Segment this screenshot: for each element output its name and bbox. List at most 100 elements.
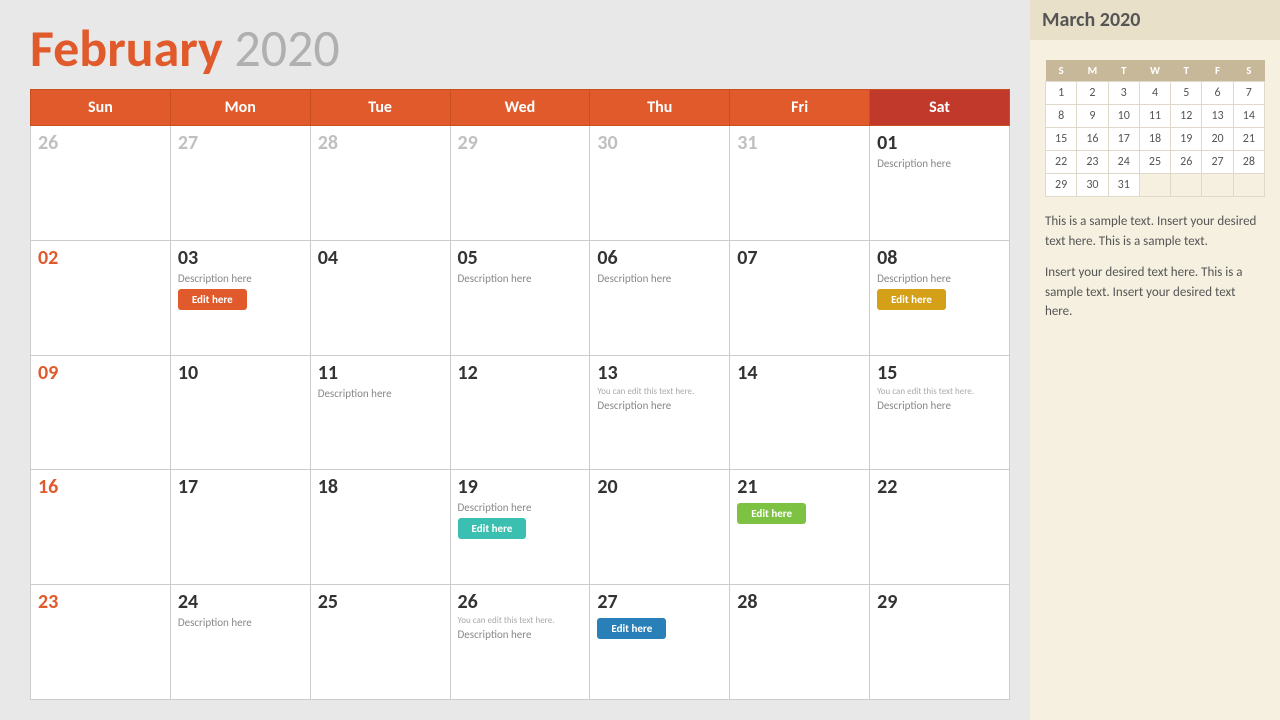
day-description: Description here [877, 157, 1002, 170]
calendar-cell: 29 [870, 585, 1010, 700]
mini-calendar-table: SMTWTFS 12345678910111213141516171819202… [1045, 60, 1265, 197]
day-description: Description here [458, 501, 583, 514]
calendar-cell: 26 [31, 126, 171, 241]
day-number: 07 [737, 246, 862, 270]
day-note: You can edit this text here. [597, 386, 722, 397]
day-description: Description here [458, 272, 583, 285]
mini-day: 11 [1139, 105, 1170, 128]
mini-week: 22232425262728 [1046, 151, 1265, 174]
calendar-cell: 28 [730, 585, 870, 700]
calendar-week-3: 16 17 18 19 Description here Edit here 20 21 Edi… [31, 470, 1010, 585]
day-number: 03 [178, 246, 303, 270]
day-number: 29 [877, 590, 1002, 614]
mini-day: 31 [1108, 174, 1139, 197]
weekday-sun: Sun [31, 90, 171, 126]
day-number: 28 [737, 590, 862, 614]
mini-day: 22 [1046, 151, 1077, 174]
mini-day: 29 [1046, 174, 1077, 197]
weekday-wed: Wed [450, 90, 590, 126]
calendar-cell: 03 Description here Edit here [170, 240, 310, 355]
sidebar-text-block: This is a sample text. Insert your desir… [1045, 212, 1265, 334]
weekday-tue: Tue [310, 90, 450, 126]
calendar-cell: 17 [170, 470, 310, 585]
day-number: 12 [458, 361, 583, 385]
day-number: 15 [877, 361, 1002, 385]
mini-week: 891011121314 [1046, 105, 1265, 128]
edit-button[interactable]: Edit here [597, 618, 666, 639]
day-number: 30 [597, 131, 722, 155]
main-area: February 2020 SunMonTueWedThuFriSat 2627… [0, 0, 1030, 720]
mini-weekday: S [1046, 60, 1077, 82]
day-number: 02 [38, 246, 163, 270]
weekday-thu: Thu [590, 90, 730, 126]
day-number: 13 [597, 361, 722, 385]
mini-day [1139, 174, 1170, 197]
day-description: Description here [318, 387, 443, 400]
calendar-table: SunMonTueWedThuFriSat 26272829303101Desc… [30, 89, 1010, 700]
day-number: 26 [38, 131, 163, 155]
calendar-cell: 12 [450, 355, 590, 470]
day-number: 05 [458, 246, 583, 270]
calendar-cell: 29 [450, 126, 590, 241]
day-number: 06 [597, 246, 722, 270]
mini-day: 30 [1077, 174, 1108, 197]
day-description: Description here [178, 272, 303, 285]
sidebar: March 2020 SMTWTFS 123456789101112131415… [1030, 0, 1280, 720]
day-number: 29 [458, 131, 583, 155]
calendar-cell: 13You can edit this text here. Descriptio… [590, 355, 730, 470]
day-number: 21 [737, 475, 862, 499]
day-number: 19 [458, 475, 583, 499]
day-description: Description here [597, 272, 722, 285]
day-number: 09 [38, 361, 163, 385]
calendar-cell: 16 [31, 470, 171, 585]
title-month: February [30, 16, 223, 80]
calendar-body: 26272829303101Description here0203Descri… [31, 126, 1010, 700]
weekday-row: SunMonTueWedThuFriSat [31, 90, 1010, 126]
mini-day: 21 [1233, 128, 1264, 151]
calendar-week-4: 2324Description here2526You can edit thi… [31, 585, 1010, 700]
mini-day [1202, 174, 1233, 197]
day-note: You can edit this text here. [458, 615, 583, 626]
day-number: 20 [597, 475, 722, 499]
mini-day: 18 [1139, 128, 1170, 151]
calendar-cell: 07 [730, 240, 870, 355]
mini-calendar: SMTWTFS 12345678910111213141516171819202… [1045, 60, 1265, 197]
day-number: 31 [737, 131, 862, 155]
edit-button[interactable]: Edit here [877, 289, 946, 310]
calendar-cell: 22 [870, 470, 1010, 585]
edit-button[interactable]: Edit here [737, 503, 806, 524]
day-description: Description here [178, 616, 303, 629]
day-number: 04 [318, 246, 443, 270]
day-number: 22 [877, 475, 1002, 499]
day-number: 16 [38, 475, 163, 499]
day-number: 18 [318, 475, 443, 499]
calendar-cell: 27Edit here [590, 585, 730, 700]
calendar-cell: 23 [31, 585, 171, 700]
calendar-cell: 11 Description here [310, 355, 450, 470]
calendar-cell: 30 [590, 126, 730, 241]
day-number: 11 [318, 361, 443, 385]
edit-button[interactable]: Edit here [178, 289, 247, 310]
day-description: Description here [597, 399, 722, 412]
day-number: 14 [737, 361, 862, 385]
mini-weekday: T [1171, 60, 1202, 82]
edit-button[interactable]: Edit here [458, 518, 527, 539]
calendar-cell: 05 Description here [450, 240, 590, 355]
mini-day: 9 [1077, 105, 1108, 128]
day-number: 28 [318, 131, 443, 155]
mini-day: 1 [1046, 82, 1077, 105]
day-number: 01 [877, 131, 1002, 155]
mini-week: 15161718192021 [1046, 128, 1265, 151]
calendar-cell: 21 Edit here [730, 470, 870, 585]
calendar-cell: 18 [310, 470, 450, 585]
mini-day: 19 [1171, 128, 1202, 151]
mini-day: 10 [1108, 105, 1139, 128]
mini-day: 3 [1108, 82, 1139, 105]
mini-weekday: T [1108, 60, 1139, 82]
mini-day: 7 [1233, 82, 1264, 105]
mini-weekday: M [1077, 60, 1108, 82]
mini-day: 8 [1046, 105, 1077, 128]
calendar-header: SunMonTueWedThuFriSat [31, 90, 1010, 126]
calendar-week-2: 091011Description here1213You can edit t… [31, 355, 1010, 470]
sidebar-text-2: Insert your desired text here. This is a… [1045, 263, 1265, 322]
